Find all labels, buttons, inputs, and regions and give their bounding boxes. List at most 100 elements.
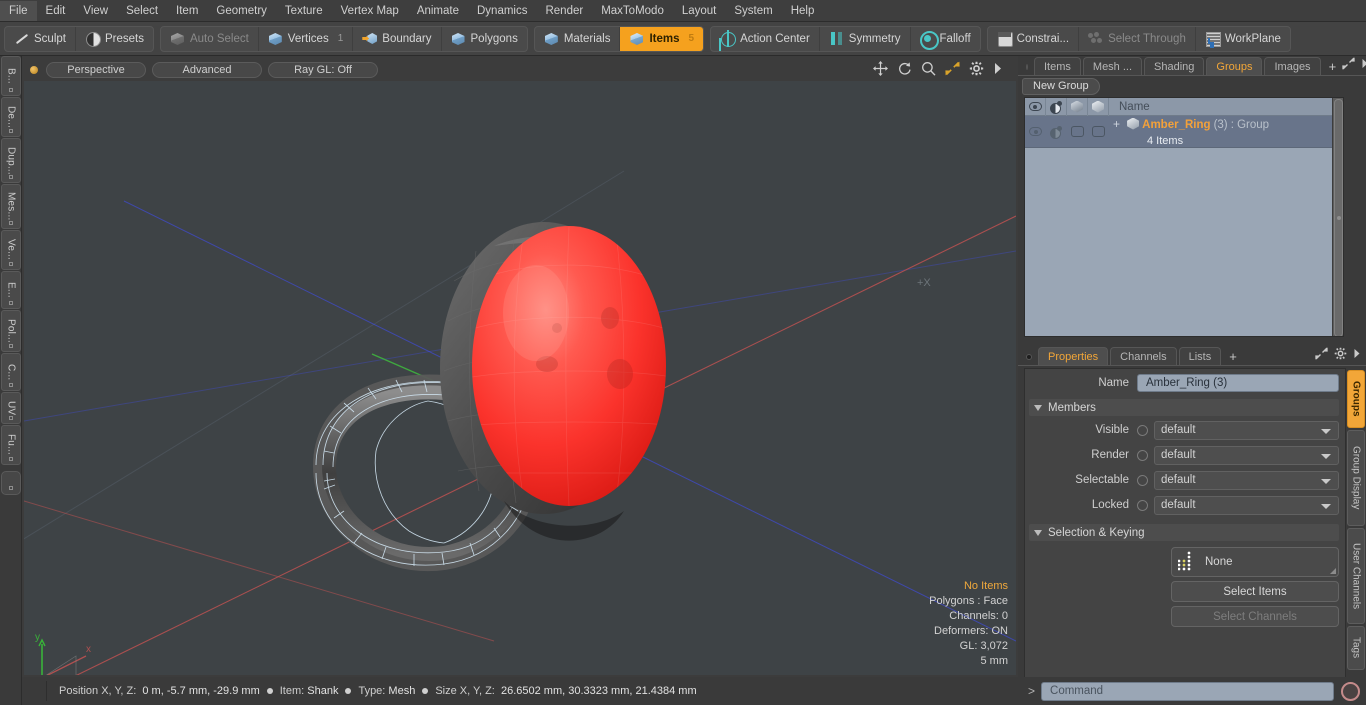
expand-panel-icon[interactable]: [1342, 57, 1355, 73]
member-dropdown-locked[interactable]: default: [1154, 495, 1339, 515]
render-icon[interactable]: [1046, 98, 1067, 116]
left-rail-tab-4[interactable]: Ve...: [1, 230, 21, 270]
menu-item-geometry[interactable]: Geometry: [207, 1, 276, 21]
resize-handle[interactable]: [1330, 568, 1336, 574]
expand-properties-icon[interactable]: [1315, 347, 1328, 363]
toolbar-button-items[interactable]: Items 5: [620, 26, 704, 51]
rotate-icon[interactable]: [897, 61, 912, 76]
groups-list[interactable]: Name + Amber_Ring (3) : Group 4 Items: [1024, 97, 1344, 337]
menu-item-render[interactable]: Render: [536, 1, 592, 21]
record-circle-icon[interactable]: [1341, 681, 1360, 701]
play-arrow-icon[interactable]: [993, 61, 1008, 76]
left-rail-tab-7[interactable]: C...: [1, 353, 21, 391]
panel-menu-dot[interactable]: [1026, 64, 1028, 70]
tab-groups[interactable]: Groups: [1206, 57, 1263, 75]
select-items-button[interactable]: Select Items: [1171, 581, 1339, 602]
menu-item-system[interactable]: System: [725, 1, 781, 21]
menu-item-maxtomodo[interactable]: MaxToModo: [592, 1, 673, 21]
tab-shading[interactable]: Shading: [1144, 57, 1205, 75]
left-rail-tab-5[interactable]: E...: [1, 271, 21, 309]
menu-item-edit[interactable]: Edit: [37, 1, 75, 21]
row-expander[interactable]: +: [1113, 117, 1120, 131]
eye-icon[interactable]: [1025, 98, 1046, 116]
member-dropdown-render[interactable]: default: [1154, 445, 1339, 465]
menu-item-animate[interactable]: Animate: [408, 1, 468, 21]
row-shade-toggle[interactable]: [1067, 116, 1088, 148]
toolbar-button-auto-select[interactable]: Auto Select: [161, 26, 259, 51]
toolbar-button-materials[interactable]: Materials: [535, 26, 621, 51]
shaded-cube-icon[interactable]: [1067, 98, 1088, 116]
table-row[interactable]: + Amber_Ring (3) : Group 4 Items: [1025, 116, 1343, 148]
select-channels-button[interactable]: Select Channels: [1171, 606, 1339, 627]
left-rail-tab-1[interactable]: De...: [1, 97, 21, 137]
zoom-icon[interactable]: [921, 61, 936, 76]
tab-properties[interactable]: Properties: [1038, 347, 1109, 365]
viewport-menu-dot[interactable]: [30, 66, 38, 74]
row-wire-toggle[interactable]: [1088, 116, 1109, 148]
menu-item-view[interactable]: View: [74, 1, 117, 21]
toolbar-button-symmetry[interactable]: Symmetry: [820, 26, 911, 51]
members-section-header[interactable]: Members: [1029, 399, 1339, 416]
name-field[interactable]: Amber_Ring (3): [1137, 374, 1339, 392]
left-rail-tab-2[interactable]: Dup...: [1, 138, 21, 183]
wire-cube-icon[interactable]: [1088, 98, 1109, 116]
member-dropdown-selectable[interactable]: default: [1154, 470, 1339, 490]
right-rail-tab-tags[interactable]: Tags: [1347, 626, 1365, 670]
left-rail-tab-9[interactable]: Fu...: [1, 425, 21, 465]
viewport-raygl-toggle[interactable]: Ray GL: Off: [268, 62, 378, 78]
menu-item-file[interactable]: File: [0, 0, 37, 21]
left-rail-tab-8[interactable]: UV: [1, 392, 21, 424]
member-toggle-circle[interactable]: [1137, 449, 1148, 461]
keying-set-field[interactable]: None: [1171, 547, 1339, 577]
toolbar-button-workplane[interactable]: WorkPlane: [1196, 27, 1290, 51]
member-dropdown-visible[interactable]: default: [1154, 420, 1339, 440]
scrollbar-knob[interactable]: [1334, 99, 1343, 336]
toolbar-button-constrai[interactable]: Constrai...: [988, 26, 1080, 51]
toolbar-button-polygons[interactable]: Polygons: [442, 27, 527, 51]
menu-item-help[interactable]: Help: [782, 1, 824, 21]
left-rail-tab-6[interactable]: Pol...: [1, 310, 21, 352]
left-rail-tab-0[interactable]: B...: [1, 56, 21, 96]
tab-channels[interactable]: Channels: [1110, 347, 1177, 365]
member-toggle-circle[interactable]: [1137, 424, 1148, 436]
new-group-button[interactable]: New Group: [1022, 77, 1100, 95]
member-toggle-circle[interactable]: [1137, 499, 1148, 511]
tab-mesh[interactable]: Mesh ...: [1082, 57, 1143, 75]
right-rail-tab-groups[interactable]: Groups: [1347, 370, 1365, 428]
menu-item-vertex-map[interactable]: Vertex Map: [332, 1, 408, 21]
toolbar-button-presets[interactable]: Presets: [76, 27, 153, 51]
tab-items[interactable]: Items: [1034, 57, 1081, 75]
properties-arrow-icon[interactable]: [1353, 348, 1361, 362]
add-tab-button[interactable]: +: [1323, 59, 1343, 74]
selection-keying-section-header[interactable]: Selection & Keying: [1029, 524, 1339, 541]
toolbar-button-action-center[interactable]: Action Center: [711, 26, 820, 51]
toolbar-button-vertices[interactable]: Vertices 1: [259, 26, 354, 51]
fit-icon[interactable]: [945, 61, 960, 76]
member-toggle-circle[interactable]: [1137, 474, 1148, 486]
pan-icon[interactable]: [873, 61, 888, 76]
tab-images[interactable]: Images: [1264, 57, 1321, 75]
viewport-shading-mode[interactable]: Advanced: [152, 62, 262, 78]
row-visibility-toggle[interactable]: [1025, 116, 1046, 148]
gear-icon[interactable]: [969, 61, 984, 76]
toolbar-button-select-through[interactable]: Select Through: [1079, 26, 1196, 51]
panel-arrow-icon[interactable]: [1361, 58, 1366, 72]
menu-item-layout[interactable]: Layout: [673, 1, 726, 21]
row-render-toggle[interactable]: [1046, 116, 1067, 148]
viewport-view-mode[interactable]: Perspective: [46, 62, 146, 78]
properties-menu-dot[interactable]: [1026, 354, 1032, 360]
menu-item-item[interactable]: Item: [167, 1, 207, 21]
left-rail-tab-3[interactable]: Mes...: [1, 184, 21, 229]
groups-list-scrollbar[interactable]: [1332, 98, 1343, 336]
command-input[interactable]: Command: [1041, 681, 1334, 701]
toolbar-button-sculpt[interactable]: Sculpt: [5, 26, 76, 51]
tab-lists[interactable]: Lists: [1178, 347, 1222, 365]
left-rail-extra-button[interactable]: [1, 471, 21, 495]
right-rail-tab-user-channels[interactable]: User Channels: [1347, 528, 1365, 624]
properties-gear-icon[interactable]: [1334, 347, 1347, 363]
3d-viewport[interactable]: z y x +X No Items Polygons : Face Channe…: [24, 81, 1016, 675]
menu-item-select[interactable]: Select: [117, 1, 167, 21]
toolbar-button-boundary[interactable]: Boundary: [353, 26, 442, 51]
right-rail-tab-group-display[interactable]: Group Display: [1347, 430, 1365, 526]
toolbar-button-falloff[interactable]: Falloff: [911, 27, 980, 51]
